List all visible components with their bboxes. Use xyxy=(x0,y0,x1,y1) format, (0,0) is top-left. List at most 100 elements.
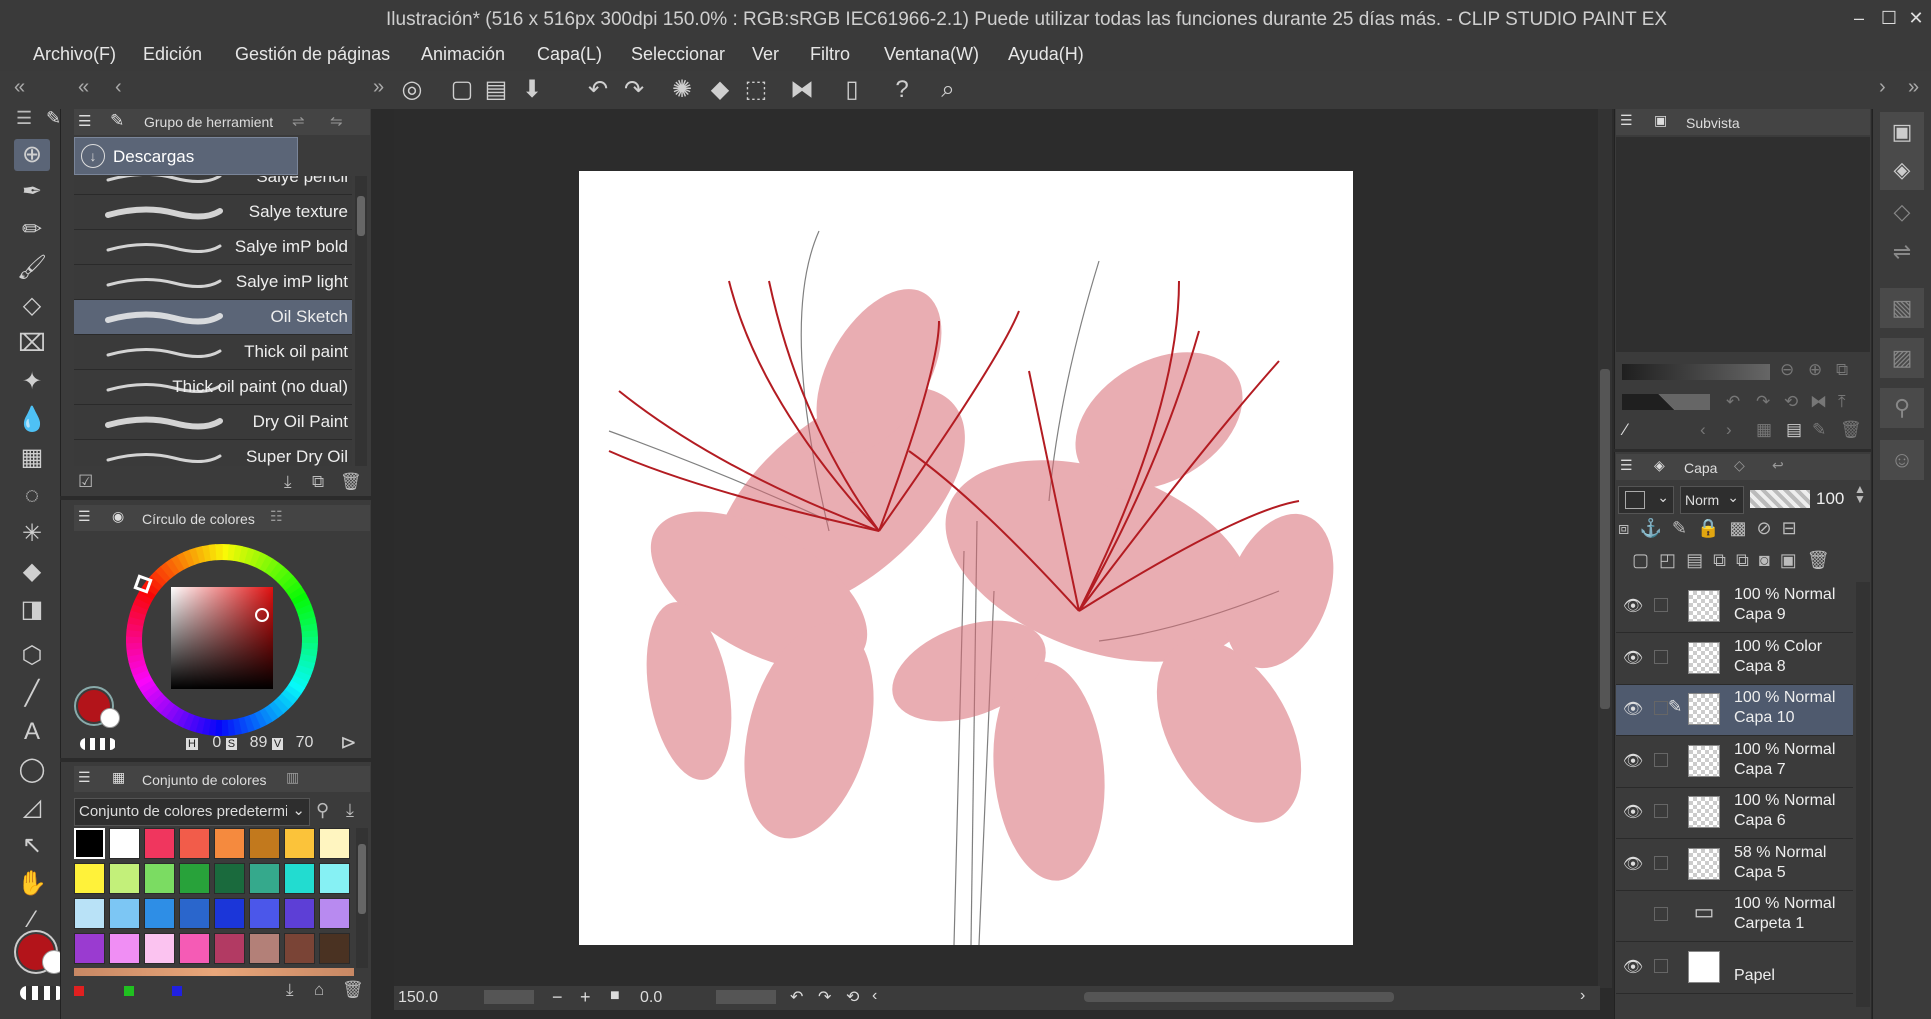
color-swatch[interactable] xyxy=(144,863,175,894)
visibility-eye-icon[interactable] xyxy=(1622,905,1644,925)
close-icon[interactable]: ✕ xyxy=(1905,8,1927,30)
zoom-in-icon[interactable]: + xyxy=(580,987,591,1008)
color-swatch[interactable] xyxy=(109,898,140,929)
new-file-icon[interactable]: ▢ xyxy=(448,76,476,104)
color-swatch[interactable] xyxy=(319,828,350,859)
layer-scrollbar[interactable] xyxy=(1856,582,1870,1007)
expand-icon[interactable]: » xyxy=(373,76,384,99)
collapse-left-icon[interactable]: « xyxy=(14,76,25,99)
menu-capa[interactable]: Capa(L) xyxy=(537,44,602,65)
menu-icon[interactable]: ☰ xyxy=(78,112,91,130)
layer-row[interactable]: 👁 Papel xyxy=(1616,942,1853,994)
collapse-icon[interactable]: « xyxy=(78,76,89,99)
maximize-icon[interactable]: ☐ xyxy=(1878,8,1900,30)
lock-transparency-icon[interactable]: ▩ xyxy=(1729,518,1746,538)
menu-archivo[interactable]: Archivo(F) xyxy=(33,44,116,65)
chevron-right-icon[interactable]: › xyxy=(1580,987,1585,1005)
loading-icon[interactable]: ✺ xyxy=(668,76,696,104)
layer-color-select[interactable]: ⌄ xyxy=(1618,486,1674,514)
fill-bucket-icon[interactable]: ◆ xyxy=(14,556,50,588)
rotate-left-icon[interactable]: ↶ xyxy=(790,987,803,1007)
chevron-left-icon[interactable]: ‹ xyxy=(872,987,877,1005)
brush-item[interactable]: Thick oil paint xyxy=(74,335,352,370)
opacity-stepper-icon[interactable]: ▲ ▼ xyxy=(1854,483,1866,505)
intermediate-color-icon[interactable]: ▥ xyxy=(286,769,299,786)
layer-property-icon[interactable]: ◇ xyxy=(1734,457,1745,474)
mask-icon[interactable]: ◙ xyxy=(1759,550,1770,570)
blend-mode-select[interactable]: Norm ⌄ xyxy=(1680,486,1744,514)
zoom-out-icon[interactable]: − xyxy=(552,987,563,1008)
fit-sub-icon[interactable]: ⧉ xyxy=(1836,360,1848,380)
opacity-value[interactable]: 100 xyxy=(1816,489,1844,509)
rotate-slider[interactable] xyxy=(1622,394,1710,410)
color-swatch[interactable] xyxy=(319,863,350,894)
edit-sub-icon[interactable]: ✎ xyxy=(1812,420,1826,440)
layer-checkbox[interactable] xyxy=(1654,804,1668,818)
pen-icon[interactable]: ✒ xyxy=(14,176,50,208)
minimize-icon[interactable]: – xyxy=(1848,8,1870,30)
lock-icon[interactable]: 🔒 xyxy=(1697,518,1719,538)
combine-icon[interactable]: ⧉ xyxy=(1736,550,1749,570)
canvas-hscrollbar[interactable] xyxy=(1084,992,1394,1002)
open-image-icon[interactable]: ▤ xyxy=(1786,420,1802,440)
brush-icon[interactable]: ✎ xyxy=(46,108,61,129)
visibility-eye-icon[interactable]: 👁 xyxy=(1622,699,1644,719)
history-icon[interactable]: ↩ xyxy=(1772,457,1784,474)
visibility-eye-icon[interactable]: 👁 xyxy=(1622,596,1644,616)
layer-checkbox[interactable] xyxy=(1654,907,1668,921)
download-group-tab[interactable]: ↓ Descargas xyxy=(74,137,298,175)
replace-color-icon[interactable]: ⌂ xyxy=(314,980,324,1000)
color-slider-icon[interactable]: ☷ xyxy=(270,508,283,525)
layer-row[interactable]: 👁 100 % Normal Capa 6 xyxy=(1616,788,1853,839)
menu-filtro[interactable]: Filtro xyxy=(810,44,850,65)
help-icon[interactable]: ? xyxy=(888,76,916,104)
copy-subtool-icon[interactable]: ⧉ xyxy=(312,472,324,492)
gradient-icon[interactable]: ◨ xyxy=(14,594,50,626)
next-sub-icon[interactable]: › xyxy=(1726,420,1732,440)
frame-icon[interactable]: ◿ xyxy=(14,792,50,824)
color-swatch[interactable] xyxy=(109,828,140,859)
operation-icon[interactable]: ↖ xyxy=(14,830,50,862)
layer-row[interactable]: 👁 100 % Normal Capa 9 xyxy=(1616,582,1853,633)
color-swatch[interactable] xyxy=(284,933,315,964)
open-folder-icon[interactable]: ▤ xyxy=(482,76,510,104)
color-mode-icon[interactable]: ⊳ xyxy=(340,730,357,755)
3d-object-icon[interactable]: ⬡ xyxy=(14,640,50,672)
draft-layer-icon[interactable]: ✎ xyxy=(1672,518,1687,538)
color-swatch[interactable] xyxy=(144,933,175,964)
green-channel-icon[interactable] xyxy=(124,986,134,996)
red-channel-icon[interactable] xyxy=(74,986,84,996)
delete-color-icon[interactable]: 🗑 xyxy=(342,980,364,1000)
subview-slider[interactable] xyxy=(1622,364,1770,380)
flip-v-sub-icon[interactable]: ⤒ xyxy=(1838,392,1846,412)
menu-icon[interactable]: ☰ xyxy=(78,769,91,786)
layer-row[interactable]: 👁 ✎ 100 % Normal Capa 10 xyxy=(1616,685,1853,736)
tool-property-icon[interactable]: ⇌ xyxy=(292,112,305,130)
color-swatch[interactable] xyxy=(319,898,350,929)
add-color-icon[interactable]: ⤓ xyxy=(286,980,294,1000)
layer-row[interactable]: 👁 100 % Color Capa 8 xyxy=(1616,633,1853,685)
color-swatch[interactable] xyxy=(109,863,140,894)
material-2-icon[interactable]: ▨ xyxy=(1880,338,1924,378)
angle-value[interactable]: 0.0 xyxy=(640,989,662,1007)
smartphone-icon[interactable]: ▯ xyxy=(838,76,866,104)
rotate-right-sub-icon[interactable]: ↷ xyxy=(1756,392,1770,412)
color-wheel[interactable] xyxy=(118,536,326,744)
brush-item[interactable]: Salye imP bold xyxy=(74,230,352,265)
layer-checkbox[interactable] xyxy=(1654,598,1668,612)
reset-sub-icon[interactable]: ⟲ xyxy=(1784,392,1798,412)
transparent-small-icon[interactable] xyxy=(80,738,116,750)
color-swatch[interactable] xyxy=(249,863,280,894)
menu-ventana[interactable]: Ventana(W) xyxy=(884,44,979,65)
sub-color-small[interactable] xyxy=(100,708,120,728)
layer-row[interactable]: 👁 58 % Normal Capa 5 xyxy=(1616,839,1853,891)
search-icon[interactable]: ⚲ xyxy=(316,800,329,821)
eraser-icon[interactable]: ◇ xyxy=(14,290,50,322)
flip-sub-icon[interactable]: ⧓ xyxy=(1810,392,1827,412)
color-swatch[interactable] xyxy=(144,828,175,859)
zoom-out-sub-icon[interactable]: ⊖ xyxy=(1780,360,1794,380)
import-colors-icon[interactable]: ⤓ xyxy=(346,800,354,821)
redo-icon[interactable]: ↷ xyxy=(620,76,648,104)
person-dock-icon[interactable]: ☺ xyxy=(1880,440,1924,480)
save-icon[interactable]: ⬇ xyxy=(518,76,546,104)
